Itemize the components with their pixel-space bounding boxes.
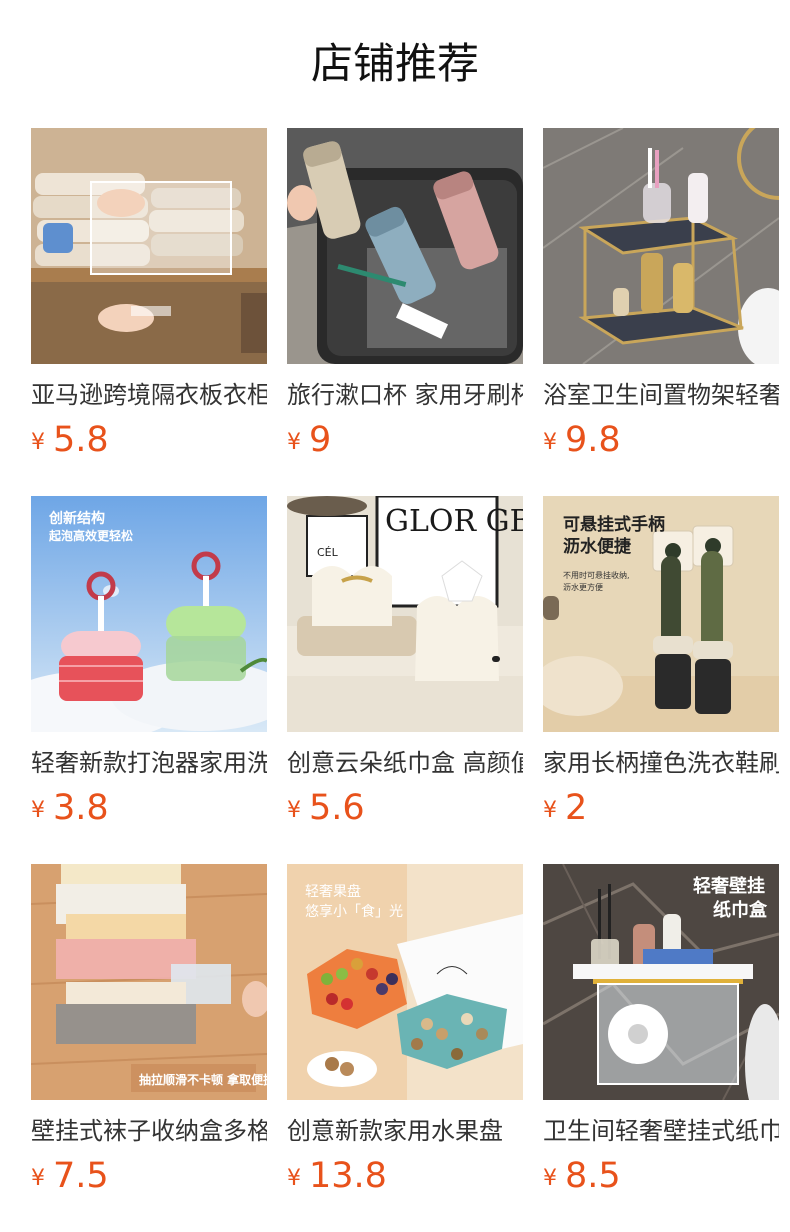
product-image-fruit-tray[interactable]: 轻奢果盘 悠享小「食」光 [287, 864, 523, 1100]
product-card[interactable]: 轻奢果盘 悠享小「食」光 创意新款家用水果盘 ¥13.8 [287, 864, 523, 1232]
product-price: ¥5.8 [31, 420, 267, 465]
foamer-heading: 创新结构 [48, 510, 105, 527]
brush-sub-line2: 沥水更方便 [563, 582, 603, 592]
price-value: 9 [309, 420, 332, 460]
brush-heading-line1: 可悬挂式手柄 [563, 514, 665, 535]
product-card[interactable]: 创新结构 起泡高效更轻松 轻奢新款打泡器家用洗面奶 ¥3.8 [31, 496, 267, 864]
product-price: ¥3.8 [31, 788, 267, 833]
product-image-travel-cups[interactable] [287, 128, 523, 364]
product-card[interactable]: 可悬挂式手柄 沥水便捷 不用时可悬挂收纳, 沥水更方便 家用长柄撞色洗衣鞋刷 ¥… [543, 496, 779, 864]
product-price: ¥5.6 [287, 788, 523, 833]
product-image-shelf-divider[interactable] [31, 128, 267, 364]
product-name[interactable]: 创意云朵纸巾盒 高颜值 [287, 748, 523, 778]
currency-symbol: ¥ [31, 798, 45, 823]
price-value: 5.8 [53, 420, 109, 460]
product-name[interactable]: 卫生间轻奢壁挂式纸巾盒 [543, 1116, 779, 1146]
product-name[interactable]: 亚马逊跨境隔衣板衣柜分层隔板 [31, 380, 267, 410]
price-value: 9.8 [565, 420, 621, 460]
product-image-corner-shelf[interactable] [543, 128, 779, 364]
product-name[interactable]: 旅行漱口杯 家用牙刷杯 [287, 380, 523, 410]
price-value: 13.8 [309, 1156, 387, 1196]
fruit-tray-subheading: 悠享小「食」光 [305, 903, 403, 920]
price-value: 3.8 [53, 788, 109, 828]
product-card[interactable]: GLOR GBAS FIT CÉL 创意云朵纸巾盒 高颜值 ¥5.6 [287, 496, 523, 864]
product-image-shoe-brush[interactable]: 可悬挂式手柄 沥水便捷 不用时可悬挂收纳, 沥水更方便 [543, 496, 779, 732]
product-card[interactable]: 旅行漱口杯 家用牙刷杯 ¥9 [287, 128, 523, 496]
product-price: ¥9 [287, 420, 523, 465]
product-image-foamer[interactable]: 创新结构 起泡高效更轻松 [31, 496, 267, 732]
sock-organizer-tagline: 抽拉顺滑不卡顿 拿取便捷 [139, 1072, 267, 1087]
product-price: ¥9.8 [543, 420, 779, 465]
product-name[interactable]: 家用长柄撞色洗衣鞋刷 [543, 748, 779, 778]
product-card[interactable]: 亚马逊跨境隔衣板衣柜分层隔板 ¥5.8 [31, 128, 267, 496]
price-value: 2 [565, 788, 588, 828]
product-grid: 亚马逊跨境隔衣板衣柜分层隔板 ¥5.8 [31, 128, 790, 1232]
currency-symbol: ¥ [287, 1166, 301, 1191]
shop-recommendations-page: 店铺推荐 亚马逊跨境隔衣板衣柜 ¥ 5.8 旅行漱口杯 家用牙刷杯 ¥ 9 浴室… [0, 0, 790, 1232]
currency-symbol: ¥ [31, 430, 45, 455]
fruit-tray-heading: 轻奢果盘 [305, 883, 361, 900]
product-price: ¥8.5 [543, 1156, 779, 1201]
tissue-holder-heading-line2: 纸巾盒 [713, 899, 768, 921]
currency-symbol: ¥ [31, 1166, 45, 1191]
frame-text: CÉL [317, 546, 339, 559]
poster-text: GLOR GBAS FIT [385, 504, 523, 539]
product-name[interactable]: 创意新款家用水果盘 [287, 1116, 523, 1146]
product-price: ¥13.8 [287, 1156, 523, 1201]
product-card[interactable]: 浴室卫生间置物架轻奢 ¥9.8 [543, 128, 779, 496]
foamer-subheading: 起泡高效更轻松 [48, 528, 133, 543]
currency-symbol: ¥ [543, 798, 557, 823]
brush-heading-line2: 沥水便捷 [563, 536, 632, 557]
product-name[interactable]: 轻奢新款打泡器家用洗面奶 [31, 748, 267, 778]
product-price: ¥2 [543, 788, 779, 833]
price-value: 7.5 [53, 1156, 109, 1196]
product-image-tissue-holder[interactable]: 轻奢壁挂 纸巾盒 [543, 864, 779, 1100]
product-price: ¥7.5 [31, 1156, 267, 1201]
price-value: 8.5 [565, 1156, 621, 1196]
tissue-holder-heading-line1: 轻奢壁挂 [693, 875, 765, 897]
currency-symbol: ¥ [287, 798, 301, 823]
product-card[interactable]: 轻奢壁挂 纸巾盒 卫生间轻奢壁挂式纸巾盒 ¥8.5 [543, 864, 779, 1232]
product-card[interactable]: 抽拉顺滑不卡顿 拿取便捷 壁挂式袜子收纳盒多格 ¥7.5 [31, 864, 267, 1232]
product-name[interactable]: 壁挂式袜子收纳盒多格 [31, 1116, 267, 1146]
product-name[interactable]: 浴室卫生间置物架轻奢 [543, 380, 779, 410]
currency-symbol: ¥ [543, 430, 557, 455]
section-title: 店铺推荐 [310, 39, 479, 88]
currency-symbol: ¥ [543, 1166, 557, 1191]
currency-symbol: ¥ [287, 430, 301, 455]
product-image-sock-organizer[interactable]: 抽拉顺滑不卡顿 拿取便捷 [31, 864, 267, 1100]
brush-sub-line1: 不用时可悬挂收纳, [563, 570, 630, 580]
product-image-tissue-box[interactable]: GLOR GBAS FIT CÉL [287, 496, 523, 732]
price-value: 5.6 [309, 788, 365, 828]
